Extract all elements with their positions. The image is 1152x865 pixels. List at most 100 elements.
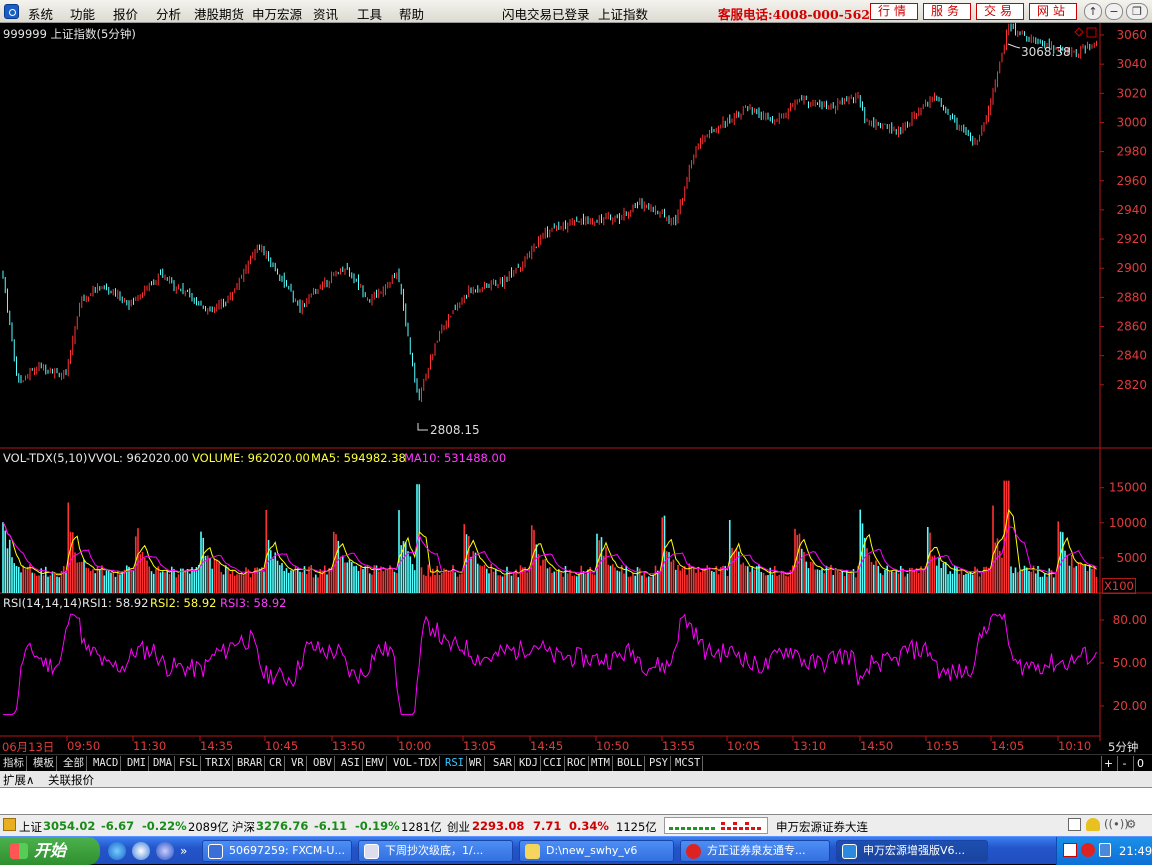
- indicator-tab-asi[interactable]: ASI: [339, 756, 363, 771]
- menu-hk-futures[interactable]: 港股期货: [194, 4, 244, 23]
- indicator-tab-roc[interactable]: ROC: [565, 756, 589, 771]
- ie-icon[interactable]: [108, 842, 126, 860]
- lock-icon[interactable]: [1086, 818, 1100, 831]
- menu-analysis[interactable]: 分析: [156, 4, 181, 23]
- hs-value: 3276.76: [256, 819, 309, 833]
- indicator-tab-mtm[interactable]: MTM: [589, 756, 613, 771]
- rsi-indicator-name: RSI(14,14,14): [3, 596, 82, 610]
- indicator-tab-mcst[interactable]: MCST: [673, 756, 704, 771]
- rsi2-value: RSI2: 58.92: [150, 596, 217, 610]
- menu-help[interactable]: 帮助: [399, 4, 424, 23]
- indicator-tab-trix[interactable]: TRIX: [203, 756, 234, 771]
- maximize-icon[interactable]: ❐: [1126, 3, 1148, 20]
- index-quote-bar: 上证 3054.02 -6.67 -0.22% 2089亿 沪深 3276.76…: [0, 814, 1152, 836]
- menu-system[interactable]: 系统: [28, 4, 53, 23]
- indicator-tab-boll[interactable]: BOLL: [615, 756, 646, 771]
- zoom-in-button[interactable]: +: [1101, 756, 1115, 771]
- website-button[interactable]: 网站: [1029, 3, 1077, 20]
- indicator-tab-obv[interactable]: OBV: [311, 756, 335, 771]
- price-y-tick: 2900: [1116, 261, 1147, 275]
- indicator-tab-bar: + - 0 指标 模板 全部 MACD DMI DMA FSL TRIX BRAR CR VR OBV…: [0, 754, 1152, 771]
- indicator-tab-brar[interactable]: BRAR: [235, 756, 266, 771]
- time-axis-tick: 14:50: [860, 739, 894, 753]
- indicator-tab-dmi[interactable]: DMI: [125, 756, 149, 771]
- time-axis-tick: 11:30: [133, 739, 167, 753]
- rsi1-value: RSI1: 58.92: [82, 596, 149, 610]
- sh-percent: -0.22%: [142, 819, 187, 833]
- vol-unit-label: X100: [1102, 578, 1136, 594]
- show-desktop-icon[interactable]: [132, 842, 150, 860]
- vol-indicator-name: VOL-TDX(5,10): [3, 451, 88, 465]
- windows-taskbar: 开始 » 50697259: FXCM-U... 下周抄次级底，1/... D:…: [0, 836, 1152, 865]
- indicator-tab-sar[interactable]: SAR: [491, 756, 515, 771]
- indicator-tab-cr[interactable]: CR: [267, 756, 285, 771]
- indicator-tab-cci[interactable]: CCI: [541, 756, 565, 771]
- task-article[interactable]: 下周抄次级底，1/...: [358, 840, 513, 862]
- windows-logo-icon: [10, 843, 28, 859]
- zoom-out-button[interactable]: -: [1117, 756, 1131, 771]
- quicklaunch-more-icon[interactable]: »: [180, 842, 198, 860]
- trade-button[interactable]: 交易: [976, 3, 1024, 20]
- quicklaunch-icon[interactable]: [156, 842, 174, 860]
- task-fangzheng[interactable]: 方正证券泉友通专...: [680, 840, 830, 862]
- indicator-tab-vr[interactable]: VR: [289, 756, 307, 771]
- indicator-tab-vol-tdx[interactable]: VOL-TDX: [391, 756, 441, 771]
- minimize-icon[interactable]: −: [1105, 3, 1123, 20]
- market-button[interactable]: 行情: [870, 3, 918, 20]
- price-y-tick: 2880: [1116, 290, 1147, 304]
- indicator-tab-emv[interactable]: EMV: [363, 756, 387, 771]
- indicator-tab-psy[interactable]: PSY: [647, 756, 671, 771]
- vol-vvol-value: VVOL: 962020.00: [88, 451, 189, 465]
- menu-news[interactable]: 资讯: [313, 4, 338, 23]
- quote-bar-icon[interactable]: [3, 818, 16, 831]
- broker-branch: 申万宏源证券大连: [776, 820, 868, 834]
- hs-label: 沪深: [232, 820, 255, 834]
- settings-gear-icon[interactable]: ⚙: [1126, 817, 1136, 831]
- cy-percent: 0.34%: [569, 819, 609, 833]
- tray-app-icon[interactable]: [1081, 843, 1095, 857]
- restore-up-icon[interactable]: ↑: [1084, 3, 1102, 20]
- panel-diamond-icon[interactable]: [1074, 27, 1084, 37]
- indicator-tab-kdj[interactable]: KDJ: [517, 756, 541, 771]
- expand-tab[interactable]: 扩展∧: [3, 772, 34, 788]
- low-price-label: 2808.15: [430, 423, 480, 437]
- period-label[interactable]: 5分钟: [1108, 739, 1138, 755]
- menu-swhy[interactable]: 申万宏源: [252, 4, 302, 23]
- task-fxcm[interactable]: 50697259: FXCM-U...: [202, 840, 352, 862]
- tray-shield-icon[interactable]: [1099, 843, 1111, 857]
- indicator-tab-macd[interactable]: MACD: [91, 756, 122, 771]
- start-button[interactable]: 开始: [0, 837, 100, 865]
- indicator-tab-rsi[interactable]: RSI: [443, 756, 467, 771]
- service-button[interactable]: 服务: [923, 3, 971, 20]
- sh-amount: 2089亿: [188, 820, 229, 834]
- indicator-tab-fsl[interactable]: FSL: [177, 756, 201, 771]
- indicator-tab-dma[interactable]: DMA: [151, 756, 175, 771]
- zoom-reset-button[interactable]: 0: [1133, 756, 1147, 771]
- price-y-tick: 3000: [1116, 115, 1147, 129]
- indicator-tab-指标[interactable]: 指标: [1, 756, 27, 771]
- rsi-y-tick: 80.00: [1113, 613, 1147, 627]
- kline-chart[interactable]: 3060 3040 3020 3000 2980 2960 2940 2920 2900 2880…: [0, 23, 1152, 758]
- menu-quote[interactable]: 报价: [113, 4, 138, 23]
- task-swhy-active[interactable]: 申万宏源增强版V6...: [836, 840, 988, 862]
- vol-ma10-value: MA10: 531488.00: [404, 451, 507, 465]
- note-icon[interactable]: [1068, 818, 1081, 831]
- price-y-tick: 3060: [1116, 28, 1147, 42]
- tray-flag-icon[interactable]: [1063, 843, 1077, 857]
- menu-function[interactable]: 功能: [70, 4, 95, 23]
- cy-label: 创业: [447, 820, 470, 834]
- indicator-tab-模板[interactable]: 模板: [31, 756, 57, 771]
- clock: 21:49: [1119, 844, 1152, 858]
- price-y-tick: 3020: [1116, 86, 1147, 100]
- sh-value: 3054.02: [43, 819, 96, 833]
- indicator-tab-全部[interactable]: 全部: [61, 756, 87, 771]
- menu-tools[interactable]: 工具: [357, 4, 382, 23]
- task-folder[interactable]: D:\new_swhy_v6: [519, 840, 674, 862]
- chart-area[interactable]: 3060 3040 3020 3000 2980 2960 2940 2920 2900 2880…: [0, 23, 1152, 758]
- sh-label: 上证: [19, 820, 42, 834]
- panel-expand-icon[interactable]: [1086, 27, 1097, 38]
- app-logo-icon[interactable]: [4, 4, 19, 19]
- high-price-label: 3068.38: [1021, 45, 1071, 59]
- related-quotes-tab[interactable]: 关联报价: [48, 772, 94, 788]
- indicator-tab-wr[interactable]: WR: [467, 756, 485, 771]
